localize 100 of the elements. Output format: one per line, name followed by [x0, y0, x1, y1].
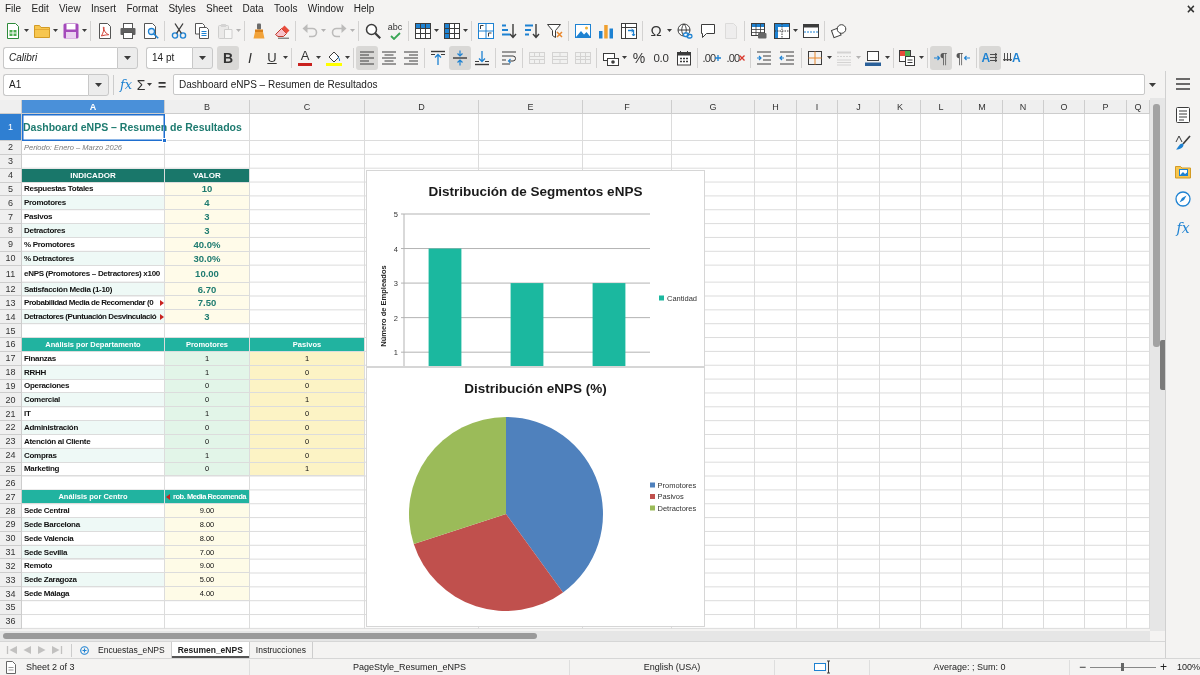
row-header[interactable]: 20: [0, 393, 22, 408]
dropdown-caret-icon[interactable]: [826, 56, 832, 59]
column-header[interactable]: J: [838, 100, 880, 114]
table-columns-icon[interactable]: [443, 22, 460, 39]
menu-item[interactable]: Edit: [26, 1, 54, 16]
menu-item[interactable]: Format: [121, 1, 164, 16]
menu-item[interactable]: Tools: [268, 1, 303, 16]
copy-pages-icon[interactable]: [193, 22, 210, 39]
shapes-icon[interactable]: [830, 22, 847, 39]
brush-icon[interactable]: [1175, 135, 1191, 151]
dropdown-caret-icon[interactable]: [793, 29, 798, 32]
fill-handle[interactable]: [162, 138, 167, 143]
borders-icon[interactable]: [807, 49, 824, 66]
dropdown-caret-icon[interactable]: [24, 29, 29, 32]
picture-icon[interactable]: [574, 22, 591, 39]
freeze-panes-icon[interactable]: [773, 22, 790, 39]
horizontal-scrollbar[interactable]: [0, 631, 1150, 641]
document-lines-icon[interactable]: [1175, 107, 1191, 123]
pivot-table-icon[interactable]: [620, 22, 637, 39]
row-header[interactable]: 1: [0, 114, 22, 141]
menu-item[interactable]: Window: [302, 1, 349, 16]
row-header[interactable]: 35: [0, 601, 22, 615]
menu-item[interactable]: Help: [348, 1, 380, 16]
row-header[interactable]: 2: [0, 141, 22, 155]
slider-thumb[interactable]: [1121, 663, 1125, 671]
bar-chart-icon[interactable]: [597, 22, 614, 39]
sort-descending-icon[interactable]: [523, 22, 540, 39]
outdent-icon[interactable]: [779, 49, 796, 66]
align-middle-button[interactable]: [449, 45, 471, 70]
row-header[interactable]: 8: [0, 224, 22, 238]
pdf-file-icon[interactable]: [96, 22, 113, 39]
special-character-button[interactable]: Ω: [645, 18, 667, 43]
sort-ascending-icon[interactable]: [500, 22, 517, 39]
dropdown-caret-icon[interactable]: [345, 56, 350, 59]
scroll-thumb[interactable]: [1153, 104, 1160, 347]
row-header[interactable]: 33: [0, 573, 22, 588]
row-header[interactable]: 32: [0, 559, 22, 574]
functions-button[interactable]: fx: [1176, 219, 1190, 237]
percent-button[interactable]: %: [628, 45, 650, 70]
indent-icon[interactable]: [756, 49, 773, 66]
sort-table-icon[interactable]: [477, 22, 494, 39]
function-wizard-button[interactable]: fx: [117, 74, 135, 95]
row-header[interactable]: 15: [0, 324, 22, 338]
row-header[interactable]: 22: [0, 421, 22, 435]
split-window-icon[interactable]: [802, 22, 819, 39]
dropdown-caret-icon[interactable]: [147, 83, 152, 86]
row-header[interactable]: 34: [0, 587, 22, 601]
calendar-icon[interactable]: [675, 49, 692, 66]
zoom-out-button[interactable]: −: [1078, 661, 1087, 673]
dropdown-caret-icon[interactable]: [283, 56, 288, 59]
column-header[interactable]: O: [1044, 100, 1085, 114]
dropdown-caret-icon[interactable]: [82, 29, 87, 32]
column-header[interactable]: C: [250, 100, 365, 114]
row-header[interactable]: 14: [0, 310, 22, 325]
column-header[interactable]: Q: [1127, 100, 1150, 114]
menu-item[interactable]: Insert: [85, 1, 122, 16]
column-header[interactable]: P: [1085, 100, 1127, 114]
scissors-icon[interactable]: [170, 22, 187, 39]
border-color-icon[interactable]: [865, 49, 882, 66]
printer-icon[interactable]: [119, 22, 136, 39]
row-header[interactable]: 6: [0, 196, 22, 211]
column-header[interactable]: K: [880, 100, 921, 114]
column-header[interactable]: N: [1003, 100, 1044, 114]
spreadsheet-file-icon[interactable]: [4, 22, 21, 39]
paintbrush-icon[interactable]: [250, 22, 267, 39]
compass-icon[interactable]: [1175, 191, 1191, 207]
dropdown-caret-icon[interactable]: [667, 29, 672, 32]
zoom-in-button[interactable]: +: [1159, 661, 1168, 673]
menu-item[interactable]: View: [53, 1, 86, 16]
column-header[interactable]: I: [797, 100, 838, 114]
bold-button[interactable]: B: [217, 45, 239, 70]
spelling-button[interactable]: abc: [384, 18, 406, 43]
sheet-tab[interactable]: Instrucciones: [249, 642, 313, 658]
underline-button[interactable]: U: [261, 45, 283, 70]
row-header[interactable]: 26: [0, 476, 22, 491]
picture-folder-icon[interactable]: [1175, 163, 1191, 179]
rtl-button[interactable]: ¶: [951, 45, 974, 70]
dropdown-caret-icon[interactable]: [463, 29, 468, 32]
font-size-field[interactable]: 14 pt: [146, 46, 192, 69]
document-icon[interactable]: [5, 660, 17, 674]
table-printer-icon[interactable]: [750, 22, 767, 39]
column-header[interactable]: H: [755, 100, 797, 114]
globe-link-icon[interactable]: [676, 22, 693, 39]
search-icon[interactable]: [364, 22, 381, 39]
sheet-tab[interactable]: Encuestas_eNPS: [92, 642, 172, 658]
scroll-thumb[interactable]: [3, 633, 537, 639]
name-box-field[interactable]: A1: [3, 73, 88, 96]
dropdown-caret-icon[interactable]: [316, 56, 321, 59]
column-header[interactable]: M: [962, 100, 1003, 114]
font-name-field[interactable]: Calibri: [3, 46, 117, 69]
expand-caret-icon[interactable]: [1149, 82, 1156, 87]
sum-button[interactable]: Σ: [135, 74, 147, 95]
sheet-tab[interactable]: Resumen_eNPS: [171, 642, 250, 658]
menu-item[interactable]: Sheet: [200, 1, 238, 16]
add-decimal-button[interactable]: .00: [700, 45, 724, 70]
menu-icon[interactable]: [1175, 76, 1191, 92]
column-header[interactable]: G: [672, 100, 755, 114]
column-header[interactable]: D: [365, 100, 479, 114]
row-header[interactable]: 28: [0, 504, 22, 518]
dropdown-caret-icon[interactable]: [53, 29, 58, 32]
